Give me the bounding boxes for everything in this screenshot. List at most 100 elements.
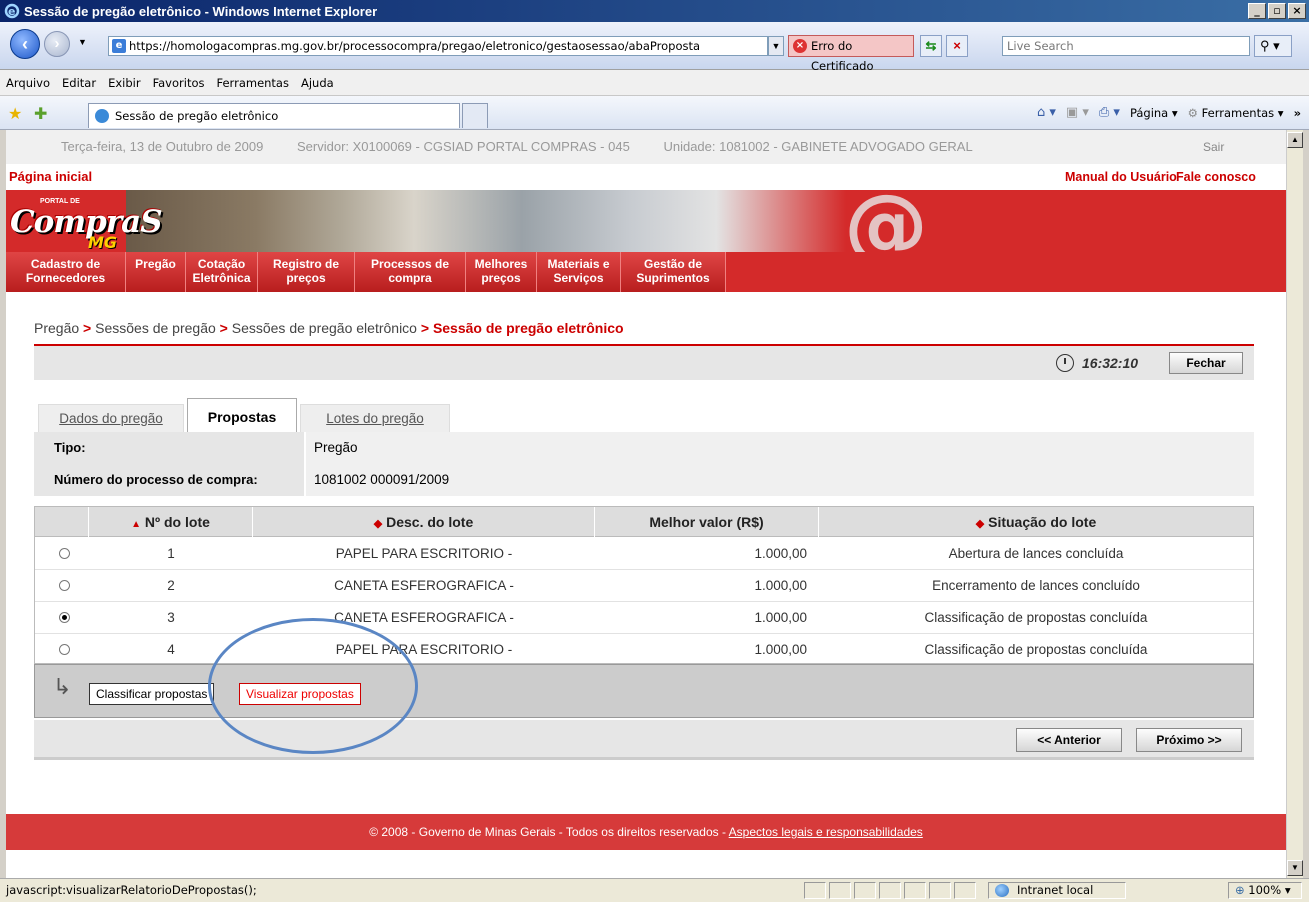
forward-button[interactable]: ›	[44, 31, 70, 57]
add-favorites-icon[interactable]: ✚	[34, 104, 47, 124]
refresh-button[interactable]: ⇆	[920, 35, 942, 57]
scroll-up-button[interactable]: ▲	[1287, 132, 1303, 148]
menu-editar[interactable]: Editar	[62, 76, 96, 90]
tab-lotes-pregao[interactable]: Lotes do pregão	[300, 404, 450, 432]
table-row[interactable]: 1 PAPEL PARA ESCRITORIO - 1.000,00 Abertura…	[35, 538, 1253, 570]
search-button[interactable]: ⚲ ▾	[1254, 35, 1292, 57]
home-link[interactable]: Página inicial	[9, 164, 92, 190]
home-icon[interactable]: ⌂ ▾	[1037, 105, 1056, 120]
next-button[interactable]: Próximo >>	[1136, 728, 1242, 752]
window-title-bar: e Sessão de pregão eletrônico - Windows …	[0, 0, 1309, 22]
scroll-down-button[interactable]: ▼	[1287, 860, 1303, 876]
table-row[interactable]: 2 CANETA ESFEROGRAFICA - 1.000,00 Encerrame…	[35, 570, 1253, 602]
feeds-icon[interactable]: ▣ ▾	[1066, 105, 1089, 120]
page-menu[interactable]: Página ▾	[1130, 106, 1178, 120]
lote-radio-button[interactable]	[59, 644, 70, 655]
table-row[interactable]: 4 PAPEL PARA ESCRITORIO - 1.000,00 Classifi…	[35, 634, 1253, 666]
portal-compras-logo[interactable]: PORTAL DE CompraS MG	[10, 198, 163, 254]
stop-button[interactable]: ×	[946, 35, 968, 57]
menu-pregao[interactable]: Pregão	[126, 252, 186, 292]
zoom-control[interactable]: ⊕ 100% ▾	[1228, 882, 1302, 899]
security-zone[interactable]: Intranet local	[988, 882, 1126, 899]
session-time: 16:32:10	[1082, 355, 1139, 371]
server-info: Servidor: X0100069 - CGSIAD PORTAL COMPR…	[296, 139, 630, 154]
close-button[interactable]: Fechar	[1169, 352, 1243, 374]
lote-radio-button[interactable]	[59, 548, 70, 559]
favorites-star-icon[interactable]: ★	[8, 104, 22, 124]
history-dropdown-icon[interactable]: ▼	[78, 37, 87, 47]
cell-melhor-valor: 1.000,00	[754, 578, 807, 593]
menu-registro-precos[interactable]: Registro de preços	[258, 252, 355, 292]
certificate-error-button[interactable]: × Erro do Certificado	[788, 35, 914, 73]
table-row[interactable]: 3 CANETA ESFEROGRAFICA - 1.000,00 Classific…	[35, 602, 1253, 634]
menu-item-line2: Suprimentos	[636, 271, 710, 285]
header-situacao[interactable]: ◆ Situação do lote	[819, 507, 1253, 537]
logo-sub-text: MG	[88, 233, 118, 252]
info-row-tipo: Tipo: Pregão	[34, 432, 1254, 464]
back-button[interactable]: ‹	[10, 29, 40, 59]
close-window-button[interactable]: ×	[1288, 3, 1306, 19]
breadcrumb-separator: >	[219, 320, 228, 336]
breadcrumb-item-sessoes-eletronico[interactable]: Sessões de pregão eletrônico	[232, 320, 417, 336]
tools-menu[interactable]: ⚙ Ferramentas ▾	[1188, 106, 1284, 120]
menu-exibir[interactable]: Exibir	[108, 76, 141, 90]
classify-proposals-button[interactable]: Classificar propostas	[89, 683, 215, 705]
menu-item-line1: Cotação	[197, 257, 246, 271]
menu-materiais-servicos[interactable]: Materiais e Serviços	[537, 252, 621, 292]
breadcrumb-item-sessoes[interactable]: Sessões de pregão	[95, 320, 216, 336]
tab-row: ★ ✚ Sessão de pregão eletrônico ⌂ ▾ ▣ ▾ …	[0, 96, 1309, 130]
previous-button[interactable]: << Anterior	[1016, 728, 1122, 752]
svg-text:e: e	[8, 5, 15, 18]
header-desc-lote[interactable]: ◆ Desc. do lote	[253, 507, 595, 537]
contact-link[interactable]: Fale conosco	[1176, 164, 1256, 190]
menu-favoritos[interactable]: Favoritos	[153, 76, 205, 90]
menu-ferramentas[interactable]: Ferramentas	[217, 76, 289, 90]
menu-melhores-precos[interactable]: Melhores preços	[466, 252, 537, 292]
menu-arquivo[interactable]: Arquivo	[6, 76, 50, 90]
top-navigation: Página inicial Manual do Usuário Fale co…	[6, 164, 1286, 190]
cell-desc-lote: CANETA ESFEROGRAFICA -	[334, 578, 514, 593]
tab-dados-pregao[interactable]: Dados do pregão	[38, 404, 184, 432]
breadcrumb-item-pregao[interactable]: Pregão	[34, 320, 79, 336]
tab-propostas[interactable]: Propostas	[187, 398, 297, 432]
vertical-scrollbar[interactable]: ▲ ▼	[1286, 130, 1303, 878]
info-value: 1081002 000091/2009	[306, 464, 1254, 496]
status-cell	[929, 882, 951, 899]
header-select	[35, 507, 89, 537]
menu-item-line1: Cadastro de	[30, 257, 101, 271]
user-manual-link[interactable]: Manual do Usuário	[1065, 164, 1177, 190]
lote-radio-button[interactable]	[59, 612, 70, 623]
menu-item-line2: Fornecedores	[25, 271, 106, 285]
new-tab-button[interactable]	[462, 103, 488, 128]
print-icon[interactable]: ⎙ ▾	[1099, 105, 1120, 120]
chevron-right-icon[interactable]: »	[1294, 106, 1301, 120]
legal-link[interactable]: Aspectos legais e responsabilidades	[729, 825, 923, 839]
cell-melhor-valor: 1.000,00	[754, 546, 807, 561]
address-dropdown-button[interactable]: ▼	[768, 36, 784, 56]
minimize-button[interactable]: _	[1248, 3, 1266, 19]
address-input[interactable]: e https://homologacompras.mg.gov.br/proc…	[108, 36, 768, 56]
restore-button[interactable]: ▫	[1268, 3, 1286, 19]
breadcrumb: Pregão > Sessões de pregão > Sessões de …	[34, 320, 624, 336]
menu-gestao-suprimentos[interactable]: Gestão de Suprimentos	[621, 252, 726, 292]
menu-cadastro-fornecedores[interactable]: Cadastro de Fornecedores	[6, 252, 126, 292]
menu-item-line1: Melhores	[474, 257, 528, 271]
address-value: https://homologacompras.mg.gov.br/proces…	[129, 39, 701, 53]
browser-tab-active[interactable]: Sessão de pregão eletrônico	[88, 103, 460, 128]
menu-cotacao-eletronica[interactable]: Cotação Eletrônica	[186, 252, 258, 292]
zoom-icon: ⊕	[1235, 883, 1245, 897]
logout-link[interactable]: Sair	[1203, 130, 1224, 164]
menu-item-line2: Eletrônica	[192, 271, 251, 285]
search-icon: ⚲	[1260, 38, 1270, 53]
menu-ajuda[interactable]: Ajuda	[301, 76, 334, 90]
view-proposals-button[interactable]: Visualizar propostas	[239, 683, 361, 705]
status-message: javascript:visualizarRelatorioDeProposta…	[6, 883, 257, 897]
header-num-lote[interactable]: ▲ Nº do lote	[89, 507, 253, 537]
cell-num-lote: 4	[167, 642, 175, 657]
lote-radio-button[interactable]	[59, 580, 70, 591]
info-row-processo: Número do processo de compra: 1081002 00…	[34, 464, 1254, 496]
page-footer: © 2008 - Governo de Minas Gerais - Todos…	[6, 814, 1286, 850]
browser-tab-label: Sessão de pregão eletrônico	[115, 109, 279, 123]
menu-processos-compra[interactable]: Processos de compra	[355, 252, 466, 292]
search-input[interactable]: Live Search	[1002, 36, 1250, 56]
